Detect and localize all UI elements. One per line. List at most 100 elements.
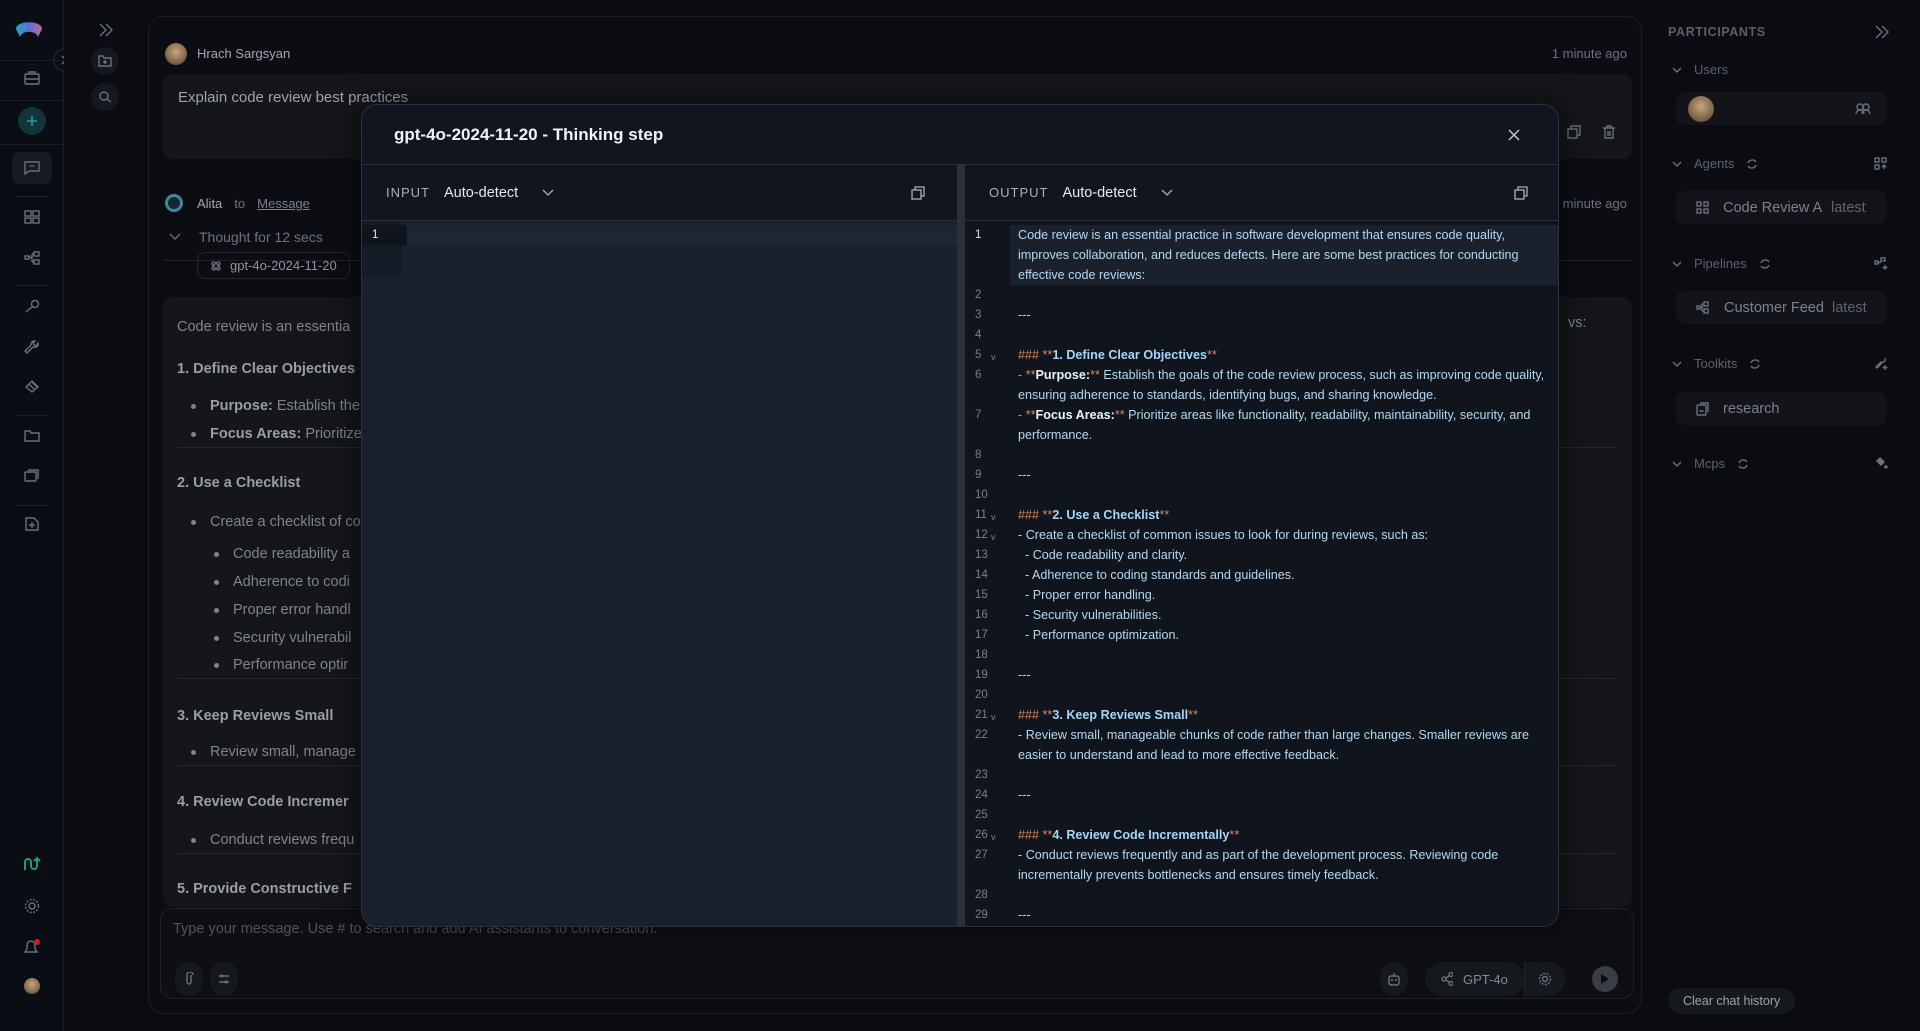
chat-options-button[interactable] [210, 962, 238, 996]
pane-resize-handle[interactable] [957, 165, 965, 927]
agents-section-toggle[interactable]: Agents [1672, 156, 1758, 171]
users-section-toggle[interactable]: Users [1672, 62, 1728, 77]
user-name: Hrach Sargsyan [197, 46, 290, 61]
avatar[interactable] [24, 978, 40, 994]
attach-button[interactable] [175, 962, 203, 996]
pipelines-section-toggle[interactable]: Pipelines [1672, 256, 1771, 271]
assistant-button[interactable] [1380, 962, 1408, 996]
nav-pipelines[interactable] [12, 242, 52, 274]
add-mcp-button[interactable] [1874, 455, 1888, 469]
thought-toggle[interactable]: Thought for 12 secs [169, 229, 323, 245]
fold-toggle-icon[interactable]: v [991, 507, 996, 527]
list-item-bold: Purpose: [210, 398, 273, 414]
nav-chat[interactable] [12, 152, 52, 184]
add-toolkit-button[interactable] [1874, 356, 1888, 370]
add-agent-button[interactable] [1874, 157, 1887, 170]
nav-mcps[interactable] [12, 370, 52, 402]
notifications-button[interactable] [12, 931, 52, 963]
response-list-item: Code readability a [214, 546, 350, 562]
new-chat-button[interactable] [18, 107, 46, 135]
toolkits-section-toggle[interactable]: Toolkits [1672, 356, 1761, 371]
line-number: 7 [965, 405, 1010, 445]
nav-toolkits[interactable] [12, 331, 52, 363]
fold-toggle-icon[interactable]: v [991, 527, 996, 547]
briefcase-button[interactable] [12, 62, 52, 94]
delete-message-button[interactable] [1602, 125, 1616, 139]
line-number: 26v [965, 825, 1010, 845]
line-content: - Performance optimization. [1010, 625, 1550, 645]
code-token: - Create a checklist of common issues to… [1018, 528, 1428, 542]
line-content: - Create a checklist of common issues to… [1010, 525, 1550, 545]
output-language-select[interactable]: Auto-detect [1062, 185, 1136, 201]
line-number-text: 29 [975, 909, 988, 921]
input-code-editor[interactable]: 1 [362, 221, 957, 927]
refresh-icon[interactable] [1759, 258, 1771, 270]
search-chats-button[interactable] [91, 83, 119, 111]
agent-participant[interactable]: Code Review A latest [1676, 191, 1887, 224]
message-target-link[interactable]: Message [257, 196, 310, 211]
pipeline-participant[interactable]: Customer Feed latest [1676, 291, 1887, 324]
nav-agents[interactable] [12, 201, 52, 233]
chevron-down-icon [1672, 461, 1682, 467]
line-number-text: 22 [975, 729, 988, 741]
code-token: ### ** [1018, 348, 1052, 362]
toolkit-name: research [1723, 401, 1779, 417]
pipeline-version: latest [1832, 300, 1867, 316]
user-participant[interactable] [1676, 92, 1887, 125]
code-line: 13 - Code readability and clarity. [965, 545, 1559, 565]
line-content: - Review small, manageable chunks of cod… [1010, 725, 1550, 765]
toolkit-participant[interactable]: research [1676, 392, 1887, 425]
code-line: 14 - Adherence to coding standards and g… [965, 565, 1559, 585]
refresh-icon[interactable] [1737, 458, 1749, 470]
refresh-icon[interactable] [1746, 158, 1758, 170]
input-language-select[interactable]: Auto-detect [444, 185, 518, 201]
users-icon[interactable] [1855, 103, 1871, 115]
nav-artifacts[interactable] [12, 459, 52, 491]
fold-toggle-icon[interactable]: v [991, 347, 996, 367]
line-number-text: 4 [975, 329, 981, 341]
refresh-icon[interactable] [1749, 358, 1761, 370]
wrench-icon [24, 340, 40, 354]
response-heading: 2. Use a Checklist [177, 475, 300, 491]
code-line: 26v### **4. Review Code Incrementally** [965, 825, 1559, 845]
send-button[interactable] [1592, 966, 1618, 992]
app-logo[interactable] [14, 17, 44, 41]
code-token: ** [1188, 708, 1198, 722]
code-token: ** [1229, 828, 1239, 842]
nav-folders[interactable] [12, 420, 52, 452]
model-settings-button[interactable] [1525, 962, 1565, 996]
model-selector[interactable]: GPT-4o [1425, 962, 1525, 996]
chevron-down-icon[interactable] [1161, 189, 1173, 197]
expand-chats-button[interactable] [98, 22, 114, 38]
add-pipeline-button[interactable] [1874, 257, 1888, 270]
nav-credentials[interactable] [12, 290, 52, 322]
thinking-step-chip[interactable]: gpt-4o-2024-11-20 [197, 252, 350, 279]
clear-chat-history-button[interactable]: Clear chat history [1668, 988, 1795, 1014]
line-number: 1 [965, 225, 1010, 285]
close-dialog-button[interactable] [1508, 129, 1520, 141]
line-number: 10 [965, 485, 1010, 505]
mcp-plus-icon [1874, 455, 1888, 469]
response-list-item: Proper error handl [214, 602, 351, 618]
copy-input-icon[interactable] [911, 186, 925, 200]
key-icon [24, 299, 40, 313]
nav-import[interactable] [12, 508, 52, 540]
code-token: Purpose: [1036, 368, 1091, 382]
list-item-text: 4. Review Code Incremer [177, 794, 349, 810]
fold-toggle-icon[interactable]: v [991, 707, 996, 727]
agents-label: Agents [1694, 156, 1734, 171]
output-code-editor[interactable]: 1Code review is an essential practice in… [965, 221, 1559, 927]
line-number-text: 19 [975, 669, 988, 681]
line-number-text: 24 [975, 789, 988, 801]
copy-output-icon[interactable] [1514, 186, 1528, 200]
code-line: 12v- Create a checklist of common issues… [965, 525, 1559, 545]
copy-message-button[interactable] [1567, 125, 1581, 139]
settings-button[interactable] [12, 890, 52, 922]
mcps-section-toggle[interactable]: Mcps [1672, 456, 1749, 471]
deploy-button[interactable] [12, 848, 52, 880]
collapse-participants-button[interactable] [1874, 24, 1890, 40]
new-folder-button[interactable] [91, 47, 119, 75]
list-item-text: Create a checklist of co [210, 514, 361, 530]
fold-toggle-icon[interactable]: v [991, 827, 996, 847]
chevron-down-icon[interactable] [542, 189, 554, 197]
